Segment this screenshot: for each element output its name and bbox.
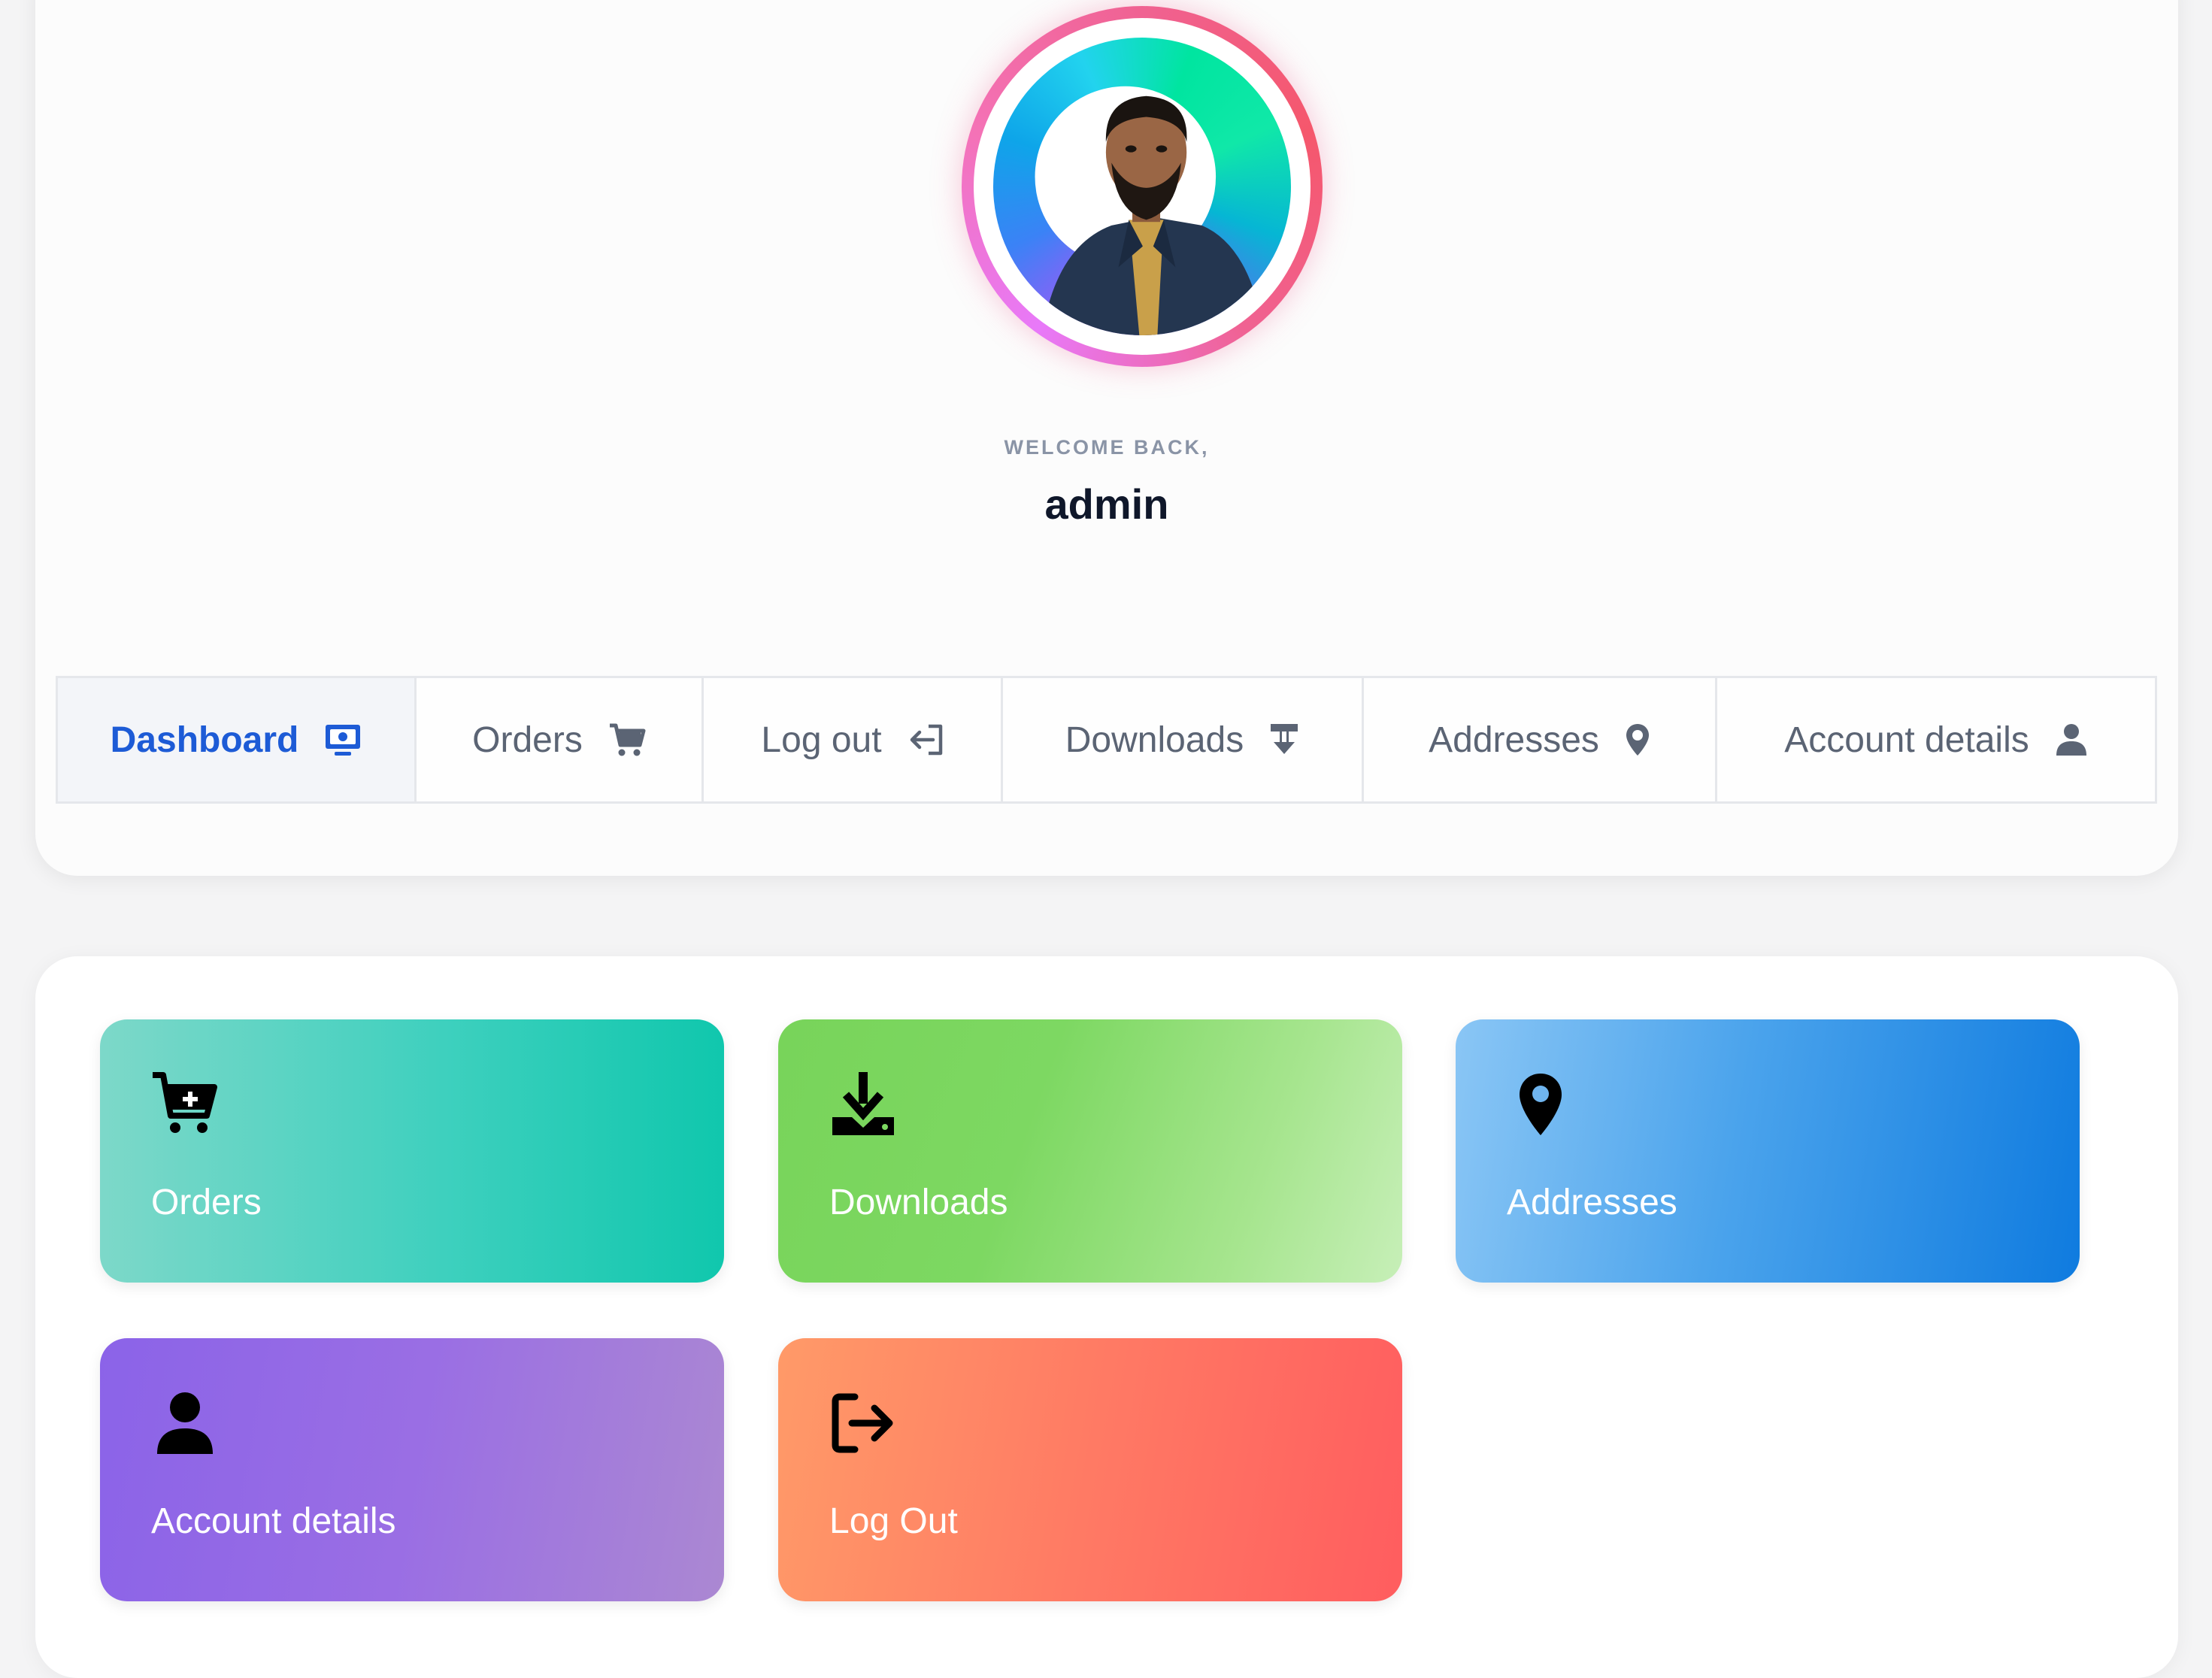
monitor-icon [326,725,361,756]
welcome-label: WELCOME BACK, [1004,436,1210,459]
download-icon [832,1072,894,1135]
tab-account-details[interactable]: Account details [1717,678,2155,801]
tile-label: Addresses [1507,1183,1677,1222]
tab-orders[interactable]: Orders [417,678,704,801]
tile-label: Account details [151,1501,396,1541]
account-nav-tabs: Dashboard Orders Log out Downloads Addre… [56,676,2157,804]
tile-addresses[interactable]: Addresses [1456,1019,2080,1283]
tab-downloads[interactable]: Downloads [1003,678,1364,801]
tile-log-out[interactable]: Log Out [778,1338,1402,1601]
avatar-photo [1035,86,1265,335]
avatar [962,6,1323,367]
tile-label: Log Out [829,1501,958,1541]
cart-icon [609,723,646,756]
tab-dashboard[interactable]: Dashboard [58,678,417,801]
sign-out-icon [832,1393,893,1453]
map-pin-icon [1626,724,1649,756]
tile-downloads[interactable]: Downloads [778,1019,1402,1283]
user-icon [157,1392,213,1454]
map-pin-icon [1520,1074,1562,1135]
tab-label: Orders [472,719,583,760]
tab-addresses[interactable]: Addresses [1364,678,1717,801]
tile-account-details[interactable]: Account details [100,1338,724,1601]
cart-plus-icon [153,1072,217,1133]
dashboard-shortcuts-card: Orders Downloads Addresses Account detai… [35,956,2178,1678]
tab-label: Downloads [1065,719,1244,760]
tab-label: Dashboard [110,719,299,760]
tab-logout[interactable]: Log out [704,678,1003,801]
profile-card: WELCOME BACK, admin Dashboard Orders Log… [35,0,2178,876]
user-icon [2056,724,2086,756]
tab-label: Addresses [1429,719,1599,760]
username: admin [1044,480,1169,528]
tile-label: Orders [151,1183,262,1222]
tab-label: Account details [1784,719,2029,760]
tile-label: Downloads [829,1183,1008,1222]
tile-orders[interactable]: Orders [100,1019,724,1283]
download-icon [1271,724,1298,754]
logout-arrow-icon [910,724,942,756]
tab-label: Log out [761,719,882,760]
avatar-photo-frame [993,38,1291,335]
